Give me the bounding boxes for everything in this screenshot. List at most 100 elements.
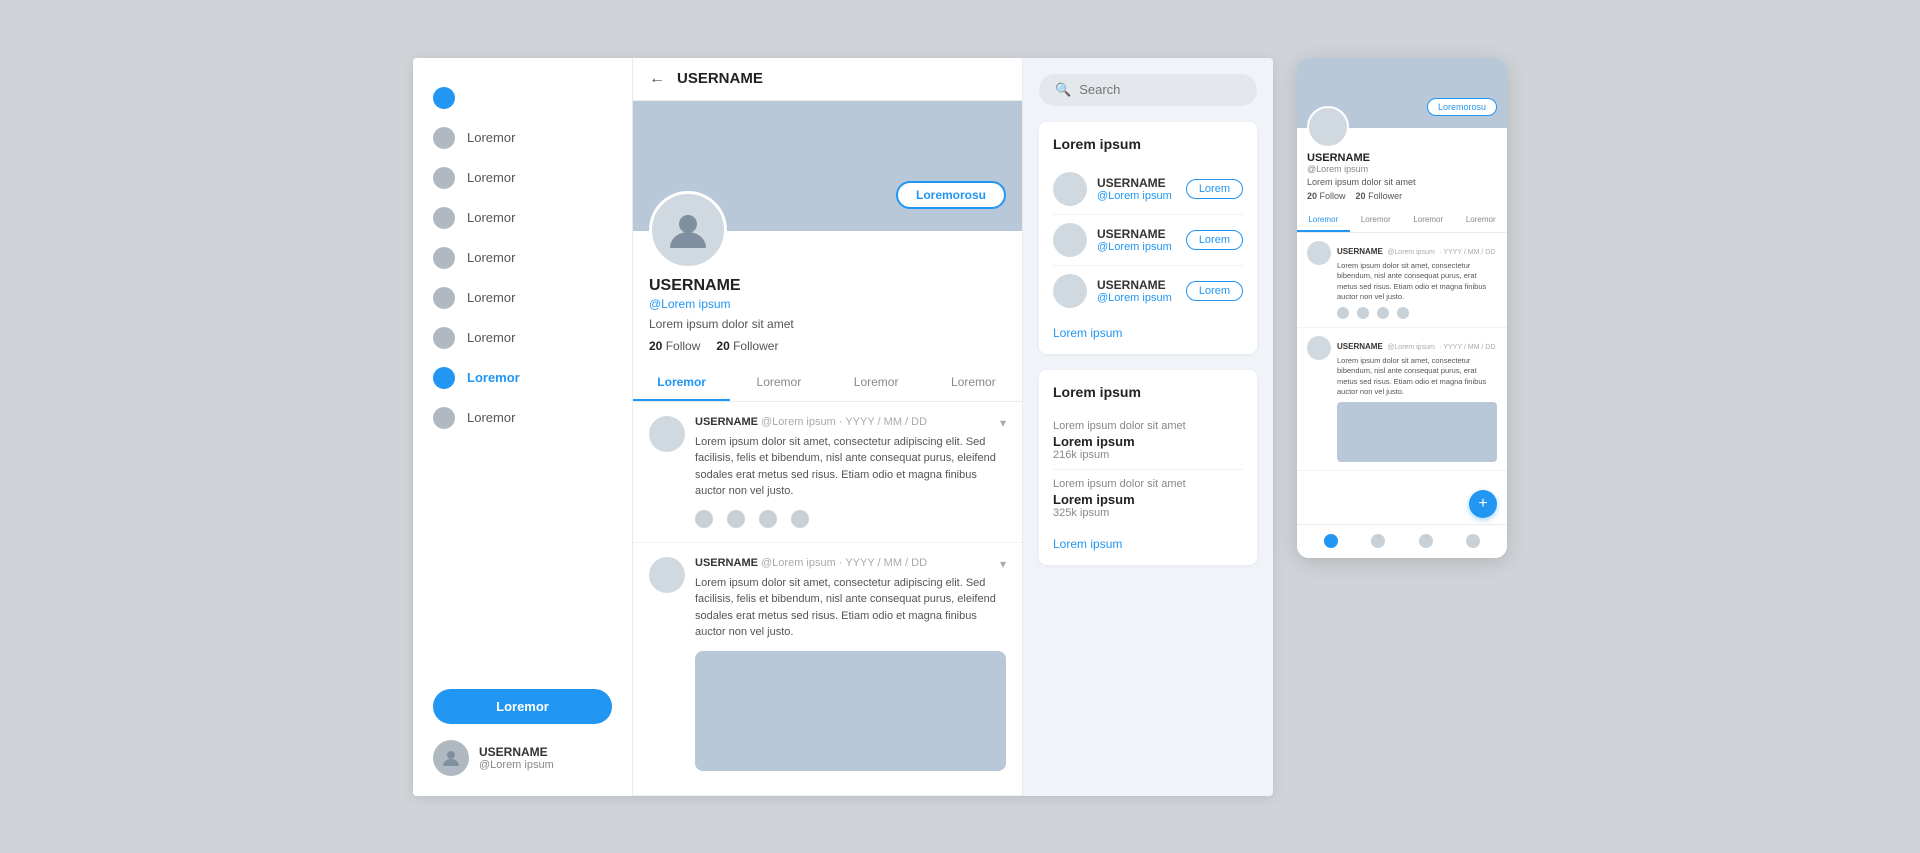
sidebar-item-1[interactable]: Loremor [413,118,632,158]
sidebar-label-8: Loremor [467,410,515,425]
sidebar-item-7[interactable]: Loremor [413,358,632,398]
suggestions-show-more[interactable]: Lorem ipsum [1053,326,1243,340]
tweet-action-dot-0[interactable] [695,510,713,528]
mobile-tweet-avatar-1 [1307,336,1331,360]
tweet-actions-0 [695,510,1006,528]
profile-avatar-wrap: Loremorosu [649,191,1006,269]
profile-handle: @Lorem ipsum [649,297,1006,311]
tweet-user-info-0: USERNAME @Lorem ipsum · YYYY / MM / DD [695,416,927,428]
tweet-avatar-0 [649,416,685,452]
sidebar-nav: Loremor Loremor Loremor Loremor Loremor [413,78,632,673]
suggestion-handle-0: @Lorem ipsum [1097,190,1176,202]
suggestion-avatar-1 [1053,223,1087,257]
tweet-action-dot-3[interactable] [791,510,809,528]
mobile-tabs: Loremor Loremor Loremor Loremor [1297,209,1507,233]
sidebar-item-3[interactable]: Loremor [413,198,632,238]
suggestion-btn-2[interactable]: Lorem [1186,281,1243,301]
mobile-bio: Lorem ipsum dolor sit amet [1307,177,1497,187]
suggestion-name-2: USERNAME [1097,278,1176,292]
mobile-follow-count: 20 Follow [1307,191,1346,201]
mobile-action-dot-2 [1377,307,1389,319]
tweet-text-1: Lorem ipsum dolor sit amet, consectetur … [695,575,1006,641]
mobile-action-dot-1 [1357,307,1369,319]
back-icon[interactable]: ← [649,70,665,88]
mobile-follower-count: 20 Follower [1356,191,1403,201]
tweet-item-0: USERNAME @Lorem ipsum · YYYY / MM / DD ▾… [633,402,1022,543]
mobile-tweet-0: USERNAME @Lorem ipsum · YYYY / MM / DD L… [1297,233,1507,328]
suggestion-name-1: USERNAME [1097,227,1176,241]
sidebar-item-4[interactable]: Loremor [413,238,632,278]
mobile-fab-button[interactable]: + [1469,490,1497,518]
trends-card: Lorem ipsum Lorem ipsum dolor sit amet L… [1039,370,1257,565]
profile-header-bar: ← USERNAME [633,58,1022,101]
mobile-nav-dot-3[interactable] [1466,534,1480,548]
suggestion-btn-1[interactable]: Lorem [1186,230,1243,250]
tweet-image-0 [695,651,1006,771]
sidebar-item-6[interactable]: Loremor [413,318,632,358]
profile-header-title: USERNAME [677,70,763,87]
suggestion-info-2: USERNAME @Lorem ipsum [1097,278,1176,304]
follow-button[interactable]: Loremorosu [896,181,1006,209]
mobile-tweet-1: USERNAME @Lorem ipsum · YYYY / MM / DD L… [1297,328,1507,471]
sidebar-item-5[interactable]: Loremor [413,278,632,318]
sidebar-item-8[interactable]: Loremor [413,398,632,438]
sidebar-label-4: Loremor [467,250,515,265]
mobile-follow-button[interactable]: Loremorosu [1427,98,1497,116]
follow-count: 20 Follow [649,339,700,353]
tweet-action-dot-2[interactable] [759,510,777,528]
mobile-action-dot-0 [1337,307,1349,319]
tweet-user-info-1: USERNAME @Lorem ipsum · YYYY / MM / DD [695,557,927,569]
chevron-down-icon-0[interactable]: ▾ [1000,416,1006,430]
suggestion-0: USERNAME @Lorem ipsum Lorem [1053,164,1243,215]
profile-tab-1[interactable]: Loremor [730,365,827,401]
profile-tab-0[interactable]: Loremor [633,365,730,401]
mobile-tab-2[interactable]: Loremor [1402,209,1455,232]
tweet-top-row-0: USERNAME @Lorem ipsum · YYYY / MM / DD ▾ [695,416,1006,430]
mobile-nav-dot-2[interactable] [1419,534,1433,548]
profile-tab-3[interactable]: Loremor [925,365,1022,401]
sidebar-dot-0 [433,87,455,109]
search-bar[interactable]: 🔍 [1039,74,1257,106]
mobile-tweet-actions-0 [1337,307,1497,319]
mobile-mockup: Loremorosu USERNAME @Lorem ipsum Lorem i… [1297,58,1507,558]
suggestion-info-0: USERNAME @Lorem ipsum [1097,176,1176,202]
mobile-nav-dot-0[interactable] [1324,534,1338,548]
mobile-tab-3[interactable]: Loremor [1455,209,1508,232]
profile-stats: 20 Follow 20 Follower [649,339,1006,353]
suggestion-avatar-2 [1053,274,1087,308]
tweet-list: USERNAME @Lorem ipsum · YYYY / MM / DD ▾… [633,402,1022,796]
trends-show-more[interactable]: Lorem ipsum [1053,537,1243,551]
profile-bio: Lorem ipsum dolor sit amet [649,317,1006,331]
trend-count-0: 216k ipsum [1053,449,1243,461]
sidebar-label-3: Loremor [467,210,515,225]
desktop-mockup: Loremor Loremor Loremor Loremor Loremor [413,58,1273,796]
sidebar-dot-5 [433,287,455,309]
suggestion-info-1: USERNAME @Lorem ipsum [1097,227,1176,253]
tweet-text-0: Lorem ipsum dolor sit amet, consectetur … [695,434,1006,500]
suggestion-name-0: USERNAME [1097,176,1176,190]
sidebar-item-2[interactable]: Loremor [413,158,632,198]
profile-avatar [649,191,727,269]
profile-username: USERNAME [649,277,1006,295]
mobile-nav-dot-1[interactable] [1371,534,1385,548]
mobile-action-dot-3 [1397,307,1409,319]
suggestion-btn-0[interactable]: Lorem [1186,179,1243,199]
mobile-avatar [1307,106,1349,148]
follower-count: 20 Follower [716,339,778,353]
mobile-tab-1[interactable]: Loremor [1350,209,1403,232]
sidebar-dot-6 [433,327,455,349]
tweet-action-dot-1[interactable] [727,510,745,528]
mobile-tweet-text-0: Lorem ipsum dolor sit amet, consectetur … [1337,261,1497,303]
sidebar-label-1: Loremor [467,130,515,145]
sidebar-dot-7 [433,367,455,389]
mobile-tab-0[interactable]: Loremor [1297,209,1350,232]
trend-item-0: Lorem ipsum dolor sit amet Lorem ipsum 2… [1053,412,1243,470]
chevron-down-icon-1[interactable]: ▾ [1000,557,1006,571]
sidebar-item-0[interactable] [413,78,632,118]
tweet-content-1: USERNAME @Lorem ipsum · YYYY / MM / DD ▾… [695,557,1006,781]
profile-tab-2[interactable]: Loremor [828,365,925,401]
tweet-content-0: USERNAME @Lorem ipsum · YYYY / MM / DD ▾… [695,416,1006,528]
sidebar-action-button[interactable]: Loremor [433,689,612,724]
mobile-tweet-avatar-0 [1307,241,1331,265]
search-input[interactable] [1079,82,1241,97]
